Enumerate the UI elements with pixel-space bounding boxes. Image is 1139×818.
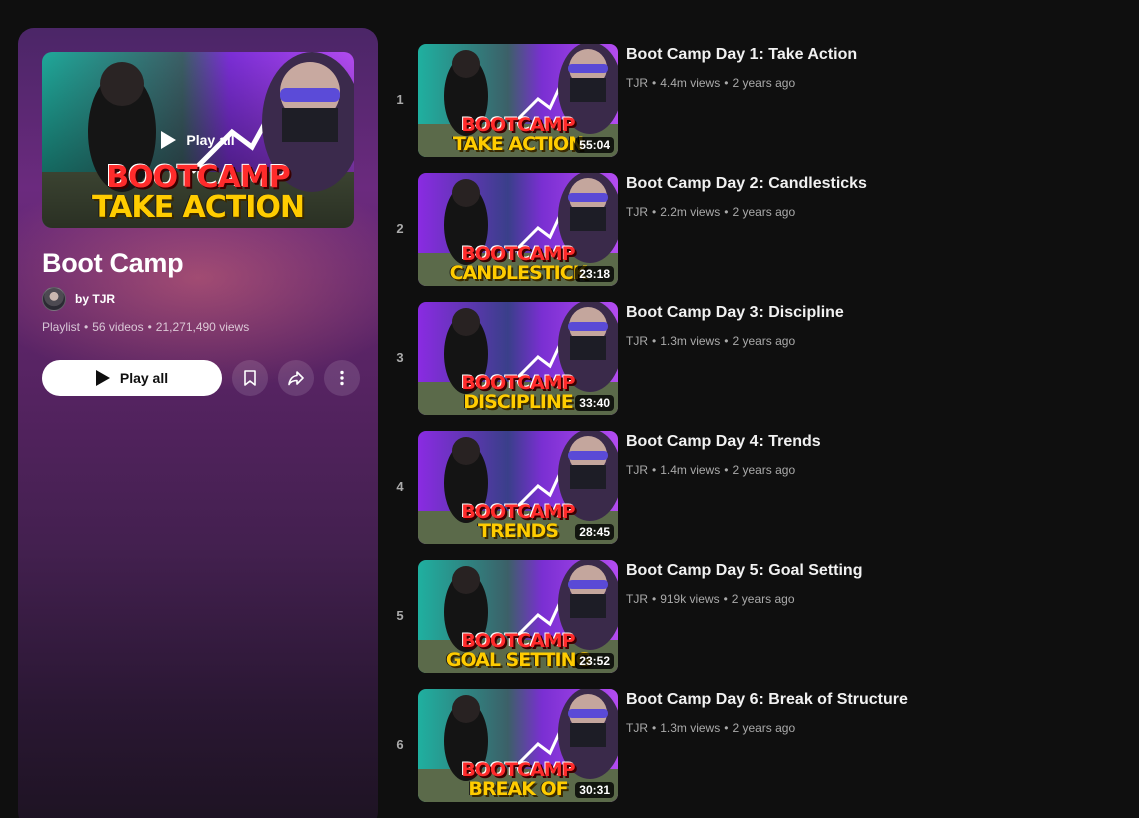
video-channel[interactable]: TJR [626, 592, 648, 606]
video-age: 2 years ago [732, 76, 796, 90]
play-icon [95, 370, 110, 386]
video-title[interactable]: Boot Camp Day 3: Discipline [626, 304, 844, 322]
play-all-overlay-label: Play all [186, 132, 235, 148]
video-duration-badge: 28:45 [575, 524, 614, 540]
share-button[interactable] [278, 360, 314, 396]
separator-dot: • [723, 592, 728, 606]
playlist-video-list: 1 BOOTCAMP TAKE ACTION 55:04 Boot Camp D… [388, 44, 1128, 818]
video-index: 6 [396, 737, 404, 752]
video-views: 919k views [660, 592, 720, 606]
bookmark-icon [244, 370, 256, 386]
play-icon [161, 131, 177, 149]
playlist-video-item[interactable]: 3 BOOTCAMP DISCIPLINE 33:40 Boot Camp Da… [388, 302, 1128, 431]
video-channel[interactable]: TJR [626, 334, 648, 348]
separator-dot: • [724, 334, 729, 348]
playlist-video-item[interactable]: 1 BOOTCAMP TAKE ACTION 55:04 Boot Camp D… [388, 44, 1128, 173]
owner-name[interactable]: by TJR [75, 292, 115, 306]
video-thumbnail[interactable]: BOOTCAMP TRENDS 28:45 [418, 431, 618, 544]
video-meta: TJR • 1.3m views • 2 years ago [626, 721, 795, 735]
separator-dot: • [652, 592, 657, 606]
separator-dot: • [724, 205, 729, 219]
video-duration-badge: 23:52 [575, 653, 614, 669]
play-all-overlay[interactable]: Play all [42, 52, 354, 228]
video-meta: TJR • 919k views • 2 years ago [626, 592, 795, 606]
video-thumbnail[interactable]: BOOTCAMP DISCIPLINE 33:40 [418, 302, 618, 415]
playlist-actions: Play all [42, 360, 360, 396]
video-duration-badge: 30:31 [575, 782, 614, 798]
video-views: 1.3m views [660, 721, 721, 735]
playlist-video-item[interactable]: 2 BOOTCAMP CANDLESTICK 23:18 Boot Camp D… [388, 173, 1128, 302]
video-title[interactable]: Boot Camp Day 6: Break of Structure [626, 691, 908, 709]
video-thumbnail[interactable]: BOOTCAMP TAKE ACTION 55:04 [418, 44, 618, 157]
video-title[interactable]: Boot Camp Day 4: Trends [626, 433, 821, 451]
video-age: 2 years ago [732, 721, 796, 735]
playlist-type: Playlist [42, 320, 81, 334]
video-index: 5 [396, 608, 404, 623]
playlist-header-panel: BOOTCAMP TAKE ACTION Play all Boot Camp … [18, 28, 378, 818]
separator-dot: • [652, 334, 657, 348]
separator-dot: • [147, 320, 152, 334]
video-views: 1.4m views [660, 463, 721, 477]
video-duration-badge: 23:18 [575, 266, 614, 282]
playlist-view-count: 21,271,490 views [155, 320, 250, 334]
video-age: 2 years ago [732, 205, 796, 219]
video-age: 2 years ago [731, 592, 795, 606]
play-all-button[interactable]: Play all [42, 360, 222, 396]
video-meta: TJR • 1.3m views • 2 years ago [626, 334, 795, 348]
playlist-thumbnail[interactable]: BOOTCAMP TAKE ACTION Play all [42, 52, 354, 228]
video-views: 1.3m views [660, 334, 721, 348]
separator-dot: • [652, 721, 657, 735]
playlist-owner[interactable]: by TJR [42, 287, 115, 311]
video-thumbnail[interactable]: BOOTCAMP GOAL SETTING 23:52 [418, 560, 618, 673]
playlist-title: Boot Camp [42, 248, 184, 278]
separator-dot: • [652, 463, 657, 477]
video-thumbnail[interactable]: BOOTCAMP BREAK OF STRUCTUR 30:31 [418, 689, 618, 802]
video-channel[interactable]: TJR [626, 721, 648, 735]
playlist-video-item[interactable]: 4 BOOTCAMP TRENDS 28:45 Boot Camp Day 4:… [388, 431, 1128, 560]
playlist-meta: Playlist • 56 videos • 21,271,490 views [42, 320, 249, 334]
video-meta: TJR • 1.4m views • 2 years ago [626, 463, 795, 477]
video-views: 2.2m views [660, 205, 721, 219]
video-channel[interactable]: TJR [626, 205, 648, 219]
separator-dot: • [724, 76, 729, 90]
video-age: 2 years ago [732, 334, 796, 348]
avatar[interactable] [42, 287, 66, 311]
video-meta: TJR • 4.4m views • 2 years ago [626, 76, 795, 90]
video-duration-badge: 33:40 [575, 395, 614, 411]
video-index: 4 [396, 479, 404, 494]
video-thumbnail[interactable]: BOOTCAMP CANDLESTICK 23:18 [418, 173, 618, 286]
video-duration-badge: 55:04 [575, 137, 614, 153]
owner-channel-name[interactable]: TJR [92, 292, 115, 306]
video-channel[interactable]: TJR [626, 76, 648, 90]
more-actions-button[interactable] [324, 360, 360, 396]
owner-prefix: by [75, 292, 90, 306]
separator-dot: • [652, 76, 657, 90]
share-icon [288, 371, 304, 386]
more-vert-icon [340, 370, 344, 386]
play-all-button-label: Play all [119, 370, 169, 386]
video-index: 3 [396, 350, 404, 365]
video-channel[interactable]: TJR [626, 463, 648, 477]
video-views: 4.4m views [660, 76, 721, 90]
video-title[interactable]: Boot Camp Day 1: Take Action [626, 46, 857, 64]
playlist-video-item[interactable]: 5 BOOTCAMP GOAL SETTING 23:52 Boot Camp … [388, 560, 1128, 689]
separator-dot: • [652, 205, 657, 219]
playlist-video-item[interactable]: 6 BOOTCAMP BREAK OF 30:31 Boot Camp Day … [388, 689, 1128, 818]
save-playlist-button[interactable] [232, 360, 268, 396]
video-index: 2 [396, 221, 404, 236]
playlist-video-count: 56 videos [92, 320, 144, 334]
separator-dot: • [724, 721, 729, 735]
video-index: 1 [396, 92, 404, 107]
video-age: 2 years ago [732, 463, 796, 477]
video-title[interactable]: Boot Camp Day 2: Candlesticks [626, 175, 867, 193]
separator-dot: • [724, 463, 729, 477]
video-title[interactable]: Boot Camp Day 5: Goal Setting [626, 562, 862, 580]
separator-dot: • [84, 320, 89, 334]
video-meta: TJR • 2.2m views • 2 years ago [626, 205, 795, 219]
